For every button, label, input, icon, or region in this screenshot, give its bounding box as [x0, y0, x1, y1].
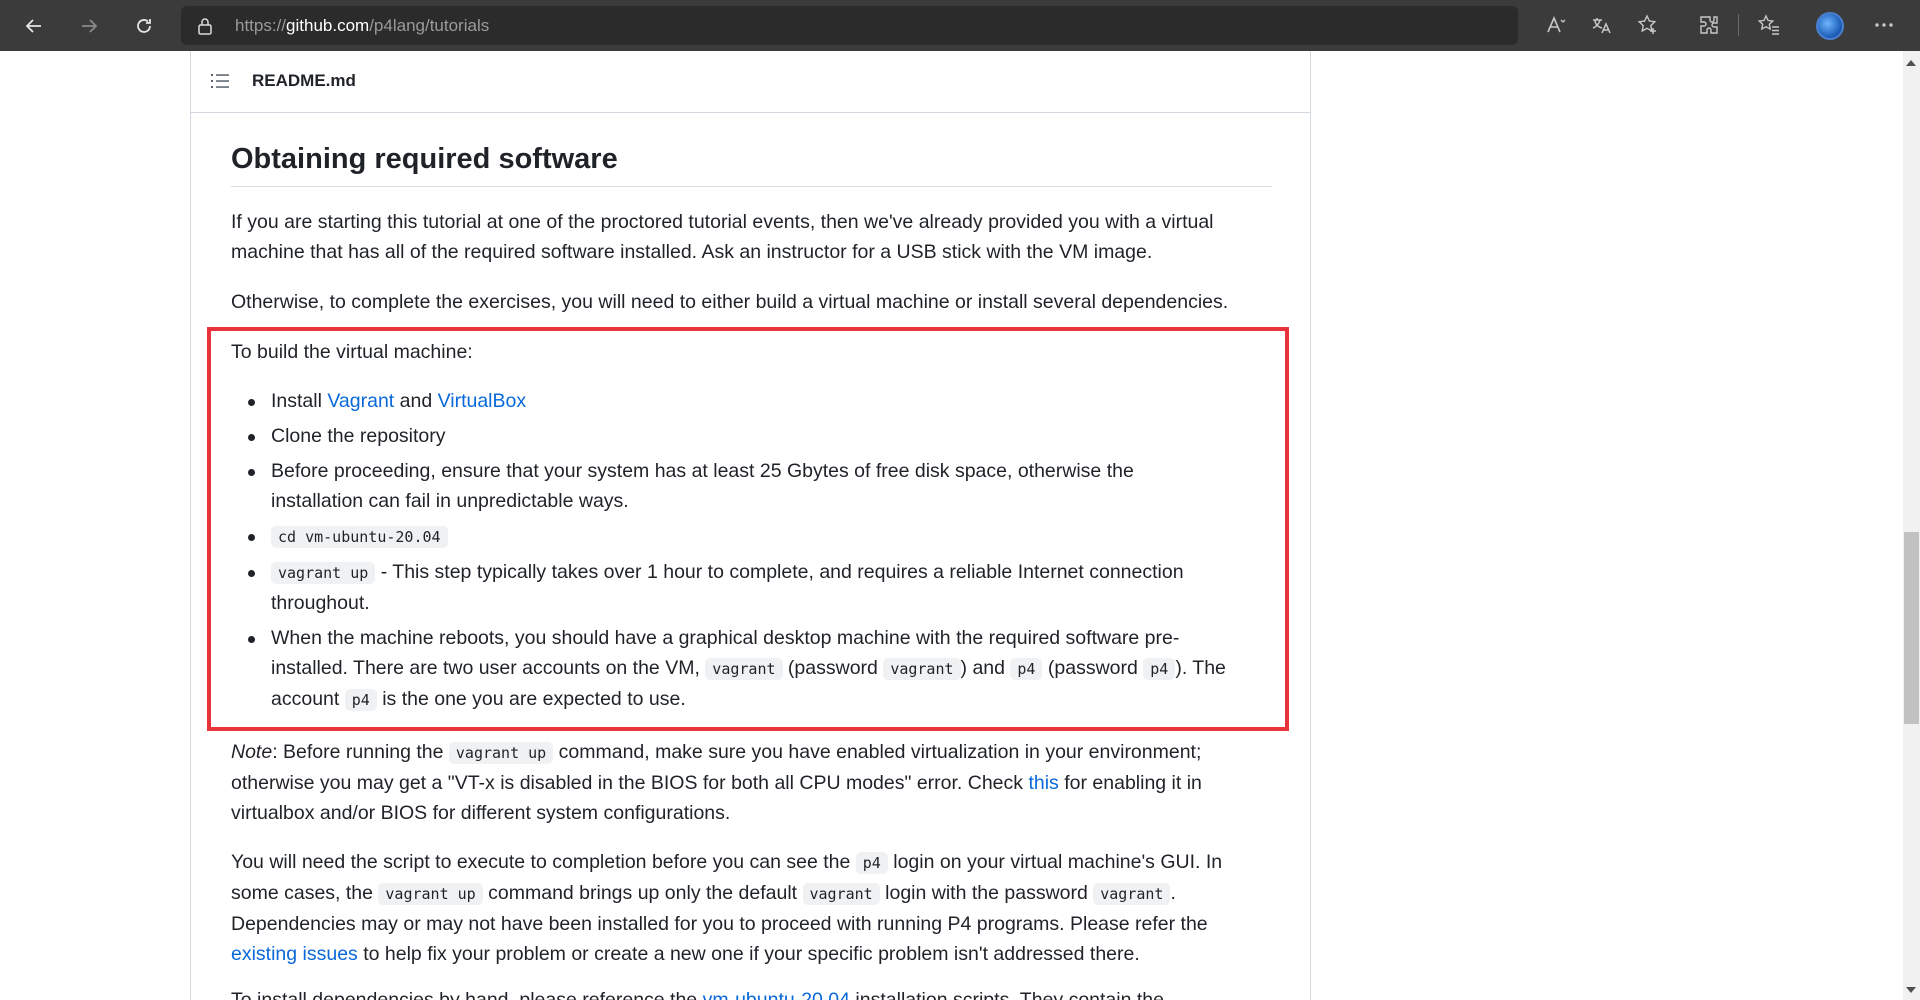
forward-icon [82, 19, 98, 33]
note-paragraph: Note: Before running the vagrant up comm… [231, 741, 1202, 824]
refresh-button[interactable] [127, 9, 161, 43]
inline-code: vagrant up [448, 742, 554, 764]
script-completion-paragraph: You will need the script to execute to c… [231, 851, 1223, 965]
outline-list-icon[interactable] [211, 73, 229, 89]
intro-paragraph: If you are starting this tutorial at one… [231, 211, 1214, 263]
more-icon[interactable] [1871, 12, 1897, 38]
add-favorite-icon[interactable] [1635, 12, 1661, 38]
otherwise-paragraph: Otherwise, to complete the exercises, yo… [231, 291, 1229, 313]
translate-icon[interactable] [1588, 12, 1614, 38]
toolbar-separator [1738, 14, 1739, 36]
page-scrollbar[interactable] [1903, 51, 1920, 1000]
address-bar[interactable]: https://github.com/p4lang/tutorials [181, 6, 1518, 45]
install-dependencies-paragraph: To install dependencies by hand, please … [231, 985, 1272, 1000]
inline-code: vagrant [1093, 883, 1171, 905]
scroll-down-arrow-icon[interactable] [1906, 987, 1916, 993]
lock-icon [198, 18, 212, 35]
section-heading: Obtaining required software [231, 143, 618, 175]
back-icon [25, 19, 41, 33]
scrollbar-thumb[interactable] [1904, 532, 1919, 724]
refresh-icon [137, 19, 151, 33]
existing-issues-link[interactable]: existing issues [231, 943, 358, 965]
read-aloud-icon[interactable] [1543, 12, 1569, 38]
url-text[interactable]: https://github.com/p4lang/tutorials [235, 16, 489, 36]
readme-header: README.md [191, 51, 1310, 113]
scroll-up-arrow-icon[interactable] [1906, 60, 1916, 66]
favorites-icon[interactable] [1756, 12, 1782, 38]
inline-code: vagrant [802, 883, 880, 905]
this-link[interactable]: this [1028, 772, 1058, 794]
readme-filename: README.md [252, 71, 356, 90]
inline-code: p4 [855, 852, 888, 874]
vm-ubuntu-link[interactable]: vm-ubuntu-20.04 [703, 989, 850, 1000]
inline-code: vagrant up [378, 883, 483, 905]
extensions-icon[interactable] [1696, 12, 1722, 38]
profile-avatar[interactable] [1816, 12, 1844, 40]
browser-toolbar: https://github.com/p4lang/tutorials [0, 0, 1920, 51]
heading-divider [231, 186, 1272, 187]
back-button[interactable] [17, 9, 51, 43]
forward-button[interactable] [72, 9, 106, 43]
highlight-box [207, 327, 1289, 731]
